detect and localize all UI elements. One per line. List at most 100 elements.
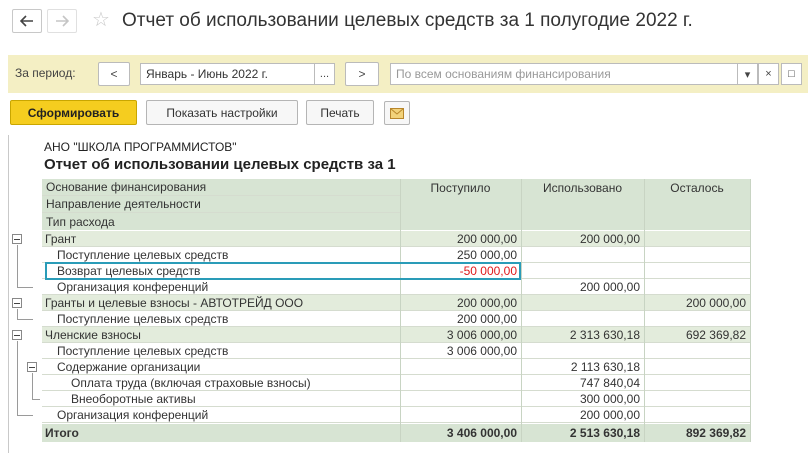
- row-label: Членские взносы: [42, 327, 400, 343]
- report-title: Отчет об использовании целевых средств з…: [44, 156, 399, 173]
- cell-received: 200 000,00: [400, 311, 521, 327]
- clear-icon[interactable]: ×: [758, 63, 779, 85]
- send-email-button[interactable]: [384, 101, 410, 125]
- forward-button[interactable]: [47, 9, 77, 33]
- chevron-down-icon[interactable]: ▾: [737, 63, 758, 85]
- print-button[interactable]: Печать: [306, 100, 374, 125]
- cell-used: [521, 311, 644, 327]
- cell-received: 3 006 000,00: [400, 343, 521, 359]
- tree-line: [17, 341, 18, 415]
- next-period-button[interactable]: >: [345, 62, 379, 86]
- cell-remaining: [644, 231, 750, 247]
- row-label: Поступление целевых средств: [42, 311, 400, 327]
- cell-received: 200 000,00: [400, 295, 521, 311]
- total-remaining: 892 369,82: [644, 424, 750, 442]
- show-settings-button[interactable]: Показать настройки: [146, 100, 298, 125]
- cell-remaining: 200 000,00: [644, 295, 750, 311]
- table-row[interactable]: Поступление целевых средств 3 006 000,00: [0, 343, 808, 359]
- total-row[interactable]: Итого 3 406 000,00 2 513 630,18 892 369,…: [0, 424, 808, 442]
- cell-received: 250 000,00: [400, 247, 521, 263]
- tree-line: [32, 373, 33, 399]
- cell-used: 200 000,00: [521, 231, 644, 247]
- cell-received: [400, 407, 521, 423]
- row-label: Внеоборотные активы: [42, 391, 400, 407]
- report-area[interactable]: АНО "ШКОЛА ПРОГРАММИСТОВ" Отчет об испол…: [0, 135, 808, 453]
- table-row[interactable]: Гранты и целевые взносы - АВТОТРЕЙД ООО …: [0, 295, 808, 311]
- collapse-group-autotrade[interactable]: [12, 298, 22, 308]
- collapse-group-membership[interactable]: [12, 330, 22, 340]
- period-select-button[interactable]: ...: [314, 63, 335, 85]
- row-label: Гранты и целевые взносы - АВТОТРЕЙД ООО: [42, 295, 400, 311]
- total-received: 3 406 000,00: [400, 424, 521, 442]
- cell-used: [521, 343, 644, 359]
- tree-line: [17, 309, 18, 319]
- header-dim-expense-type: Тип расхода: [42, 213, 400, 230]
- row-label: Поступление целевых средств: [42, 343, 400, 359]
- column-divider: [644, 179, 645, 442]
- cell-used: 2 313 630,18: [521, 327, 644, 343]
- collapse-group-maintenance[interactable]: [27, 362, 37, 372]
- envelope-icon: [390, 107, 404, 119]
- period-field[interactable]: Январь - Июнь 2022 г.: [140, 63, 315, 85]
- cell-received: [400, 279, 521, 295]
- tree-line: [17, 245, 18, 287]
- collapse-group-grant[interactable]: [12, 234, 22, 244]
- row-label: Поступление целевых средств: [42, 247, 400, 263]
- cell-remaining: 692 369,82: [644, 327, 750, 343]
- cell-used: [521, 295, 644, 311]
- table-row[interactable]: Поступление целевых средств 200 000,00: [0, 311, 808, 327]
- table-row[interactable]: Возврат целевых средств -50 000,00: [0, 263, 808, 279]
- header-used: Использовано: [521, 179, 644, 230]
- table-row[interactable]: Членские взносы 3 006 000,00 2 313 630,1…: [0, 327, 808, 343]
- cell-used: 200 000,00: [521, 279, 644, 295]
- cell-used: [521, 263, 644, 279]
- cell-received: -50 000,00: [400, 263, 521, 279]
- report-header: Основание финансирования Направление дея…: [0, 179, 808, 230]
- tree-line: [17, 319, 33, 320]
- table-row[interactable]: Внеоборотные активы 300 000,00: [0, 391, 808, 407]
- cell-received: 200 000,00: [400, 231, 521, 247]
- table-row[interactable]: Организация конференций 200 000,00: [0, 279, 808, 295]
- cell-received: [400, 359, 521, 375]
- total-used: 2 513 630,18: [521, 424, 644, 442]
- column-divider: [400, 179, 401, 442]
- cell-received: [400, 375, 521, 391]
- period-bar: За период: < Январь - Июнь 2022 г. ... >…: [8, 55, 808, 93]
- window-titlebar: ☆ Отчет об использовании целевых средств…: [0, 0, 808, 44]
- arrow-left-icon: [20, 15, 33, 27]
- header-dim-activity: Направление деятельности: [42, 196, 400, 213]
- back-button[interactable]: [12, 9, 42, 33]
- cell-remaining: [644, 247, 750, 263]
- row-label: Организация конференций: [42, 279, 400, 295]
- open-form-icon[interactable]: □: [781, 63, 802, 85]
- row-label: Грант: [42, 231, 400, 247]
- row-label: Организация конференций: [42, 407, 400, 423]
- total-label: Итого: [42, 424, 400, 442]
- table-row[interactable]: Грант 200 000,00 200 000,00: [0, 231, 808, 247]
- table-row[interactable]: Организация конференций 200 000,00: [0, 407, 808, 423]
- cell-remaining: [644, 311, 750, 327]
- header-dim-funding: Основание финансирования: [42, 179, 400, 196]
- prev-period-button[interactable]: <: [98, 62, 130, 86]
- row-label: Оплата труда (включая страховые взносы): [42, 375, 400, 391]
- cell-received: [400, 391, 521, 407]
- table-row[interactable]: Оплата труда (включая страховые взносы) …: [0, 375, 808, 391]
- cell-used: 300 000,00: [521, 391, 644, 407]
- table-row[interactable]: Поступление целевых средств 250 000,00: [0, 247, 808, 263]
- row-label: Содержание организации: [42, 359, 400, 375]
- header-received: Поступило: [400, 179, 521, 230]
- tree-line: [32, 399, 40, 400]
- generate-button[interactable]: Сформировать: [10, 100, 137, 125]
- star-icon[interactable]: ☆: [92, 8, 110, 32]
- header-remaining: Осталось: [644, 179, 750, 230]
- company-name: АНО "ШКОЛА ПРОГРАММИСТОВ": [44, 140, 237, 154]
- table-row[interactable]: Содержание организации 2 113 630,18: [0, 359, 808, 375]
- cell-used: 200 000,00: [521, 407, 644, 423]
- page-title: Отчет об использовании целевых средств з…: [122, 10, 693, 31]
- tree-line: [17, 287, 33, 288]
- cell-used: 2 113 630,18: [521, 359, 644, 375]
- cell-remaining: [644, 343, 750, 359]
- row-label: Возврат целевых средств: [42, 263, 400, 279]
- cell-remaining: [644, 391, 750, 407]
- funding-basis-input[interactable]: По всем основаниям финансирования: [390, 63, 738, 85]
